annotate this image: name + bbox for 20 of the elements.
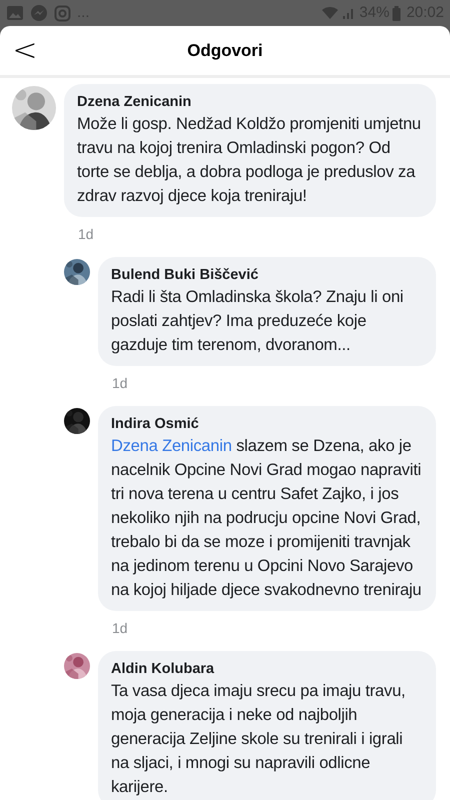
comment-text: Može li gosp. Nedžad Koldžo promjeniti umjetnu travu na kojoj trenira Omladinski pogon? Od torte se deblja, a dobra podloga je preduslov za zdrav razvoj djece koja treniraju! — [77, 114, 422, 207]
wifi-icon — [321, 6, 340, 20]
author-name[interactable]: Bulend Buki Biščević — [111, 265, 423, 285]
timestamp: 1d — [112, 375, 128, 391]
author-name[interactable]: Aldin Kolubara — [111, 659, 423, 679]
timestamp: 1d — [112, 620, 128, 636]
timestamp: 1d — [78, 226, 94, 242]
back-button[interactable]: < — [10, 34, 40, 68]
camera-icon — [54, 4, 71, 22]
author-name[interactable]: Dzena Zenicanin — [77, 92, 423, 112]
messenger-icon — [30, 4, 48, 22]
battery-icon — [392, 6, 402, 20]
mention-link[interactable]: Dzena Zenicanin — [111, 437, 232, 455]
gallery-icon — [6, 5, 24, 21]
more-notifications: ... — [77, 2, 90, 23]
comment-text: Dzena Zenicanin slazem se Dzena, ako je nacelnik Opcine Novi Grad mogao napraviti tri nova terena u centru Safet Zajko, i jos nekoliko njih na podrucju opcine Novi Grad, trebalo bi da se moze i promijeniti travnjak na jedinom terenu u Opcini Novo Sarajevo na kojoj hiljade djece svakodnevno treniraju — [111, 436, 422, 601]
comment-text: Radi li šta Omladinska škola? Znaju li oni poslati zahtjev? Ima preduzeće koje gazduje tim terenom, dvoranom... — [111, 287, 404, 356]
author-name[interactable]: Indira Osmić — [111, 414, 423, 434]
comment-text: Ta vasa djeca imaju srecu pa imaju travu, moja generacija i neke od najboljih generacija Zeljine skole su trenirali i igrali na sljaci, i mnogi su napravili odlicne karijere. — [111, 681, 406, 798]
page-title: Odgovori — [187, 40, 263, 62]
